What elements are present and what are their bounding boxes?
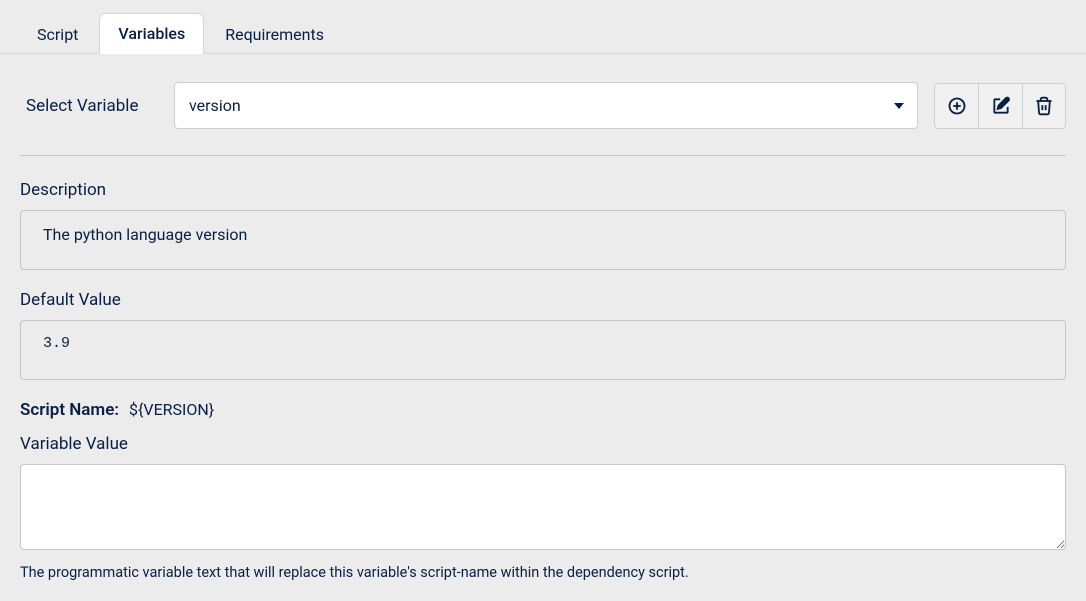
variable-value-input[interactable] xyxy=(20,464,1066,550)
script-name-row: Script Name: ${VERSION} xyxy=(20,400,1066,420)
tab-variables[interactable]: Variables xyxy=(99,13,204,54)
variable-value-field: Variable Value The programmatic variable… xyxy=(20,434,1066,581)
caret-down-icon xyxy=(894,103,904,109)
plus-circle-icon xyxy=(947,96,967,116)
variable-value-label: Variable Value xyxy=(20,434,1066,454)
select-variable-value: version xyxy=(189,96,241,115)
select-variable-dropdown[interactable]: version xyxy=(174,82,918,129)
edit-variable-button[interactable] xyxy=(978,83,1022,129)
trash-icon xyxy=(1034,96,1054,116)
default-value-input[interactable]: 3.9 xyxy=(20,320,1066,380)
select-variable-row: Select Variable version xyxy=(20,82,1066,129)
description-field: Description The python language version xyxy=(20,180,1066,270)
tab-script[interactable]: Script xyxy=(18,14,97,54)
select-variable-label: Select Variable xyxy=(20,96,158,116)
tabs-bar: Script Variables Requirements xyxy=(0,0,1086,54)
edit-icon xyxy=(991,96,1011,116)
delete-variable-button[interactable] xyxy=(1022,83,1066,129)
default-value-field: Default Value 3.9 xyxy=(20,290,1066,380)
default-value-label: Default Value xyxy=(20,290,1066,310)
tab-requirements[interactable]: Requirements xyxy=(206,14,343,54)
section-divider xyxy=(20,155,1066,156)
select-variable-wrapper: version xyxy=(174,82,918,129)
description-label: Description xyxy=(20,180,1066,200)
description-input[interactable]: The python language version xyxy=(20,210,1066,270)
script-name-label: Script Name: xyxy=(20,400,119,420)
variable-action-buttons xyxy=(934,83,1066,129)
script-name-value: ${VERSION} xyxy=(129,400,214,419)
variables-panel: Select Variable version xyxy=(0,54,1086,601)
add-variable-button[interactable] xyxy=(934,83,978,129)
variable-value-help: The programmatic variable text that will… xyxy=(20,564,1066,581)
